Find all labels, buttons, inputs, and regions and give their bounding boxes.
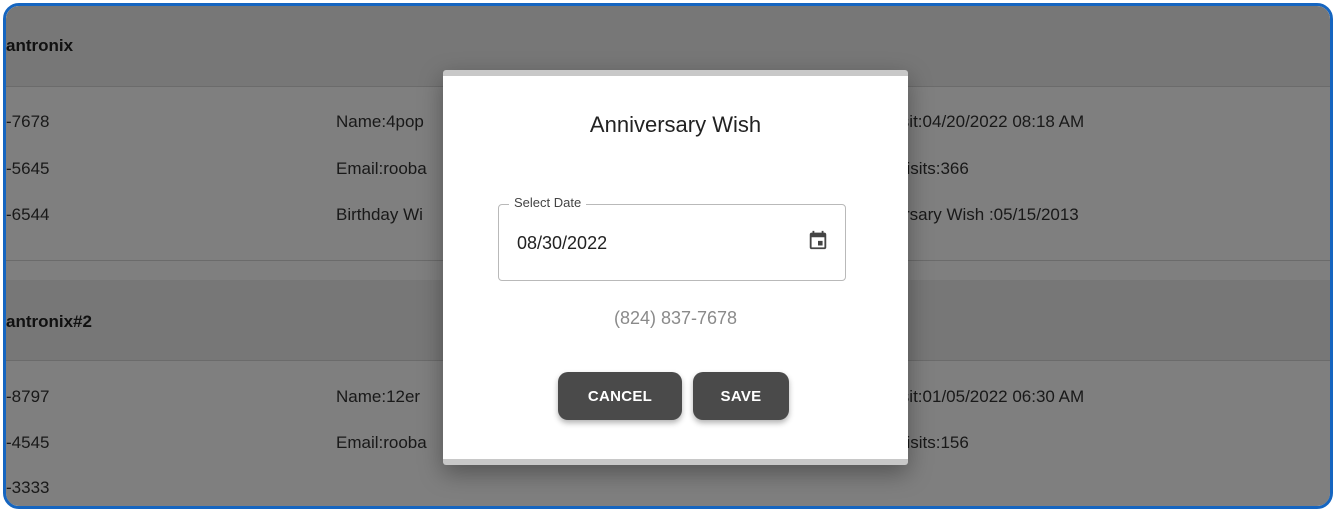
dialog-title: Anniversary Wish xyxy=(589,112,762,137)
anniversary-wish-dialog: Anniversary Wish Select Date 08/30/2022 … xyxy=(443,70,908,465)
cancel-button[interactable]: CANCEL xyxy=(558,372,682,420)
calendar-icon[interactable] xyxy=(807,229,829,251)
select-date-field[interactable]: Select Date 08/30/2022 xyxy=(498,195,846,281)
select-date-value[interactable]: 08/30/2022 xyxy=(517,233,607,254)
app-frame: antronix -7678 Name:4pop Visit:04/20/202… xyxy=(3,3,1333,509)
customer-phone: (824) 837-7678 xyxy=(613,308,738,328)
select-date-label: Select Date xyxy=(509,195,587,210)
save-button[interactable]: SAVE xyxy=(693,372,789,420)
